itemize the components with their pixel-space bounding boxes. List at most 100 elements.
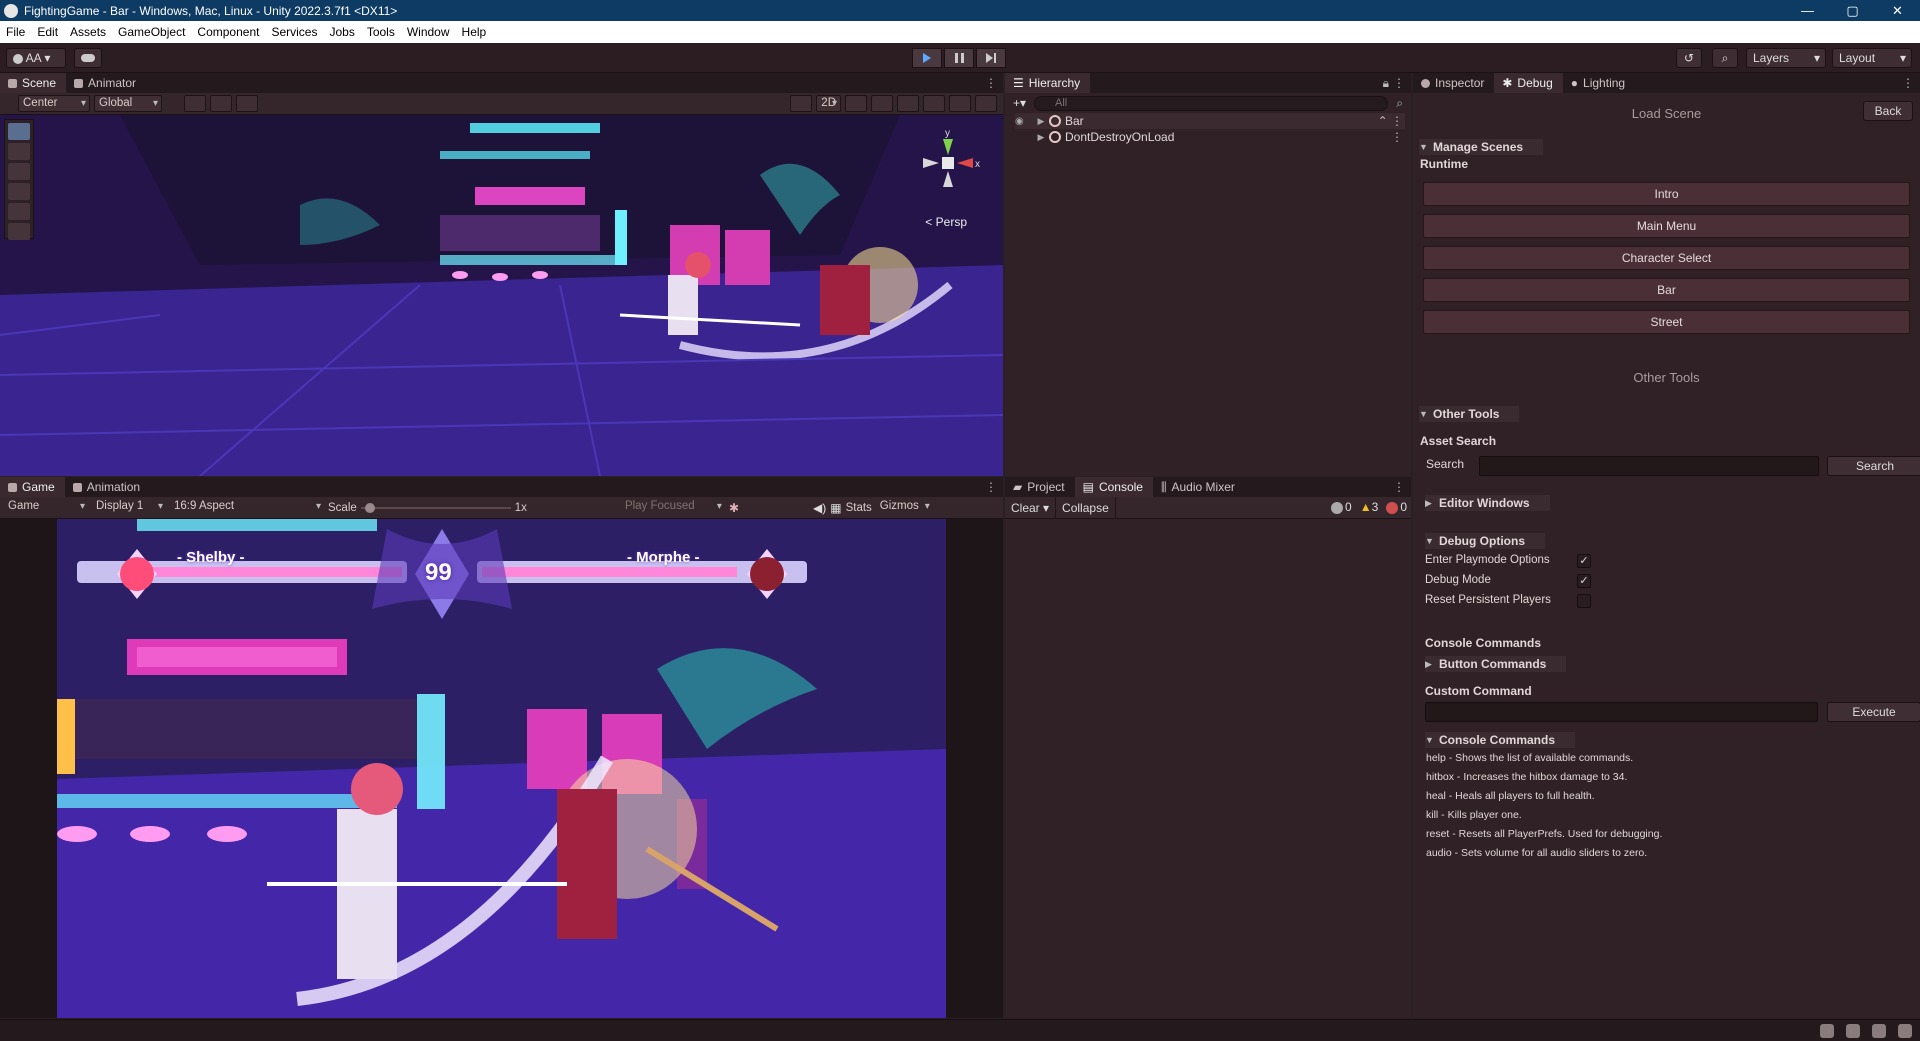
tab-console[interactable]: ▤ Console [1074, 477, 1153, 497]
tab-lighting[interactable]: ● Lighting [1563, 73, 1635, 93]
scene-view[interactable]: y x < Persp [0, 115, 1003, 476]
execute-button[interactable]: Execute [1827, 702, 1920, 722]
tab-hierarchy[interactable]: ☰ Hierarchy [1005, 73, 1091, 93]
debug-options-foldout[interactable]: ▼ Debug Options [1425, 533, 1545, 549]
menu-tools[interactable]: Tools [361, 25, 401, 39]
pause-button[interactable] [944, 48, 974, 68]
hidden-objects-toggle[interactable] [923, 95, 945, 112]
menu-services[interactable]: Services [265, 25, 323, 39]
menu-component[interactable]: Component [191, 25, 265, 39]
panel-menu-icon[interactable]: ⋮ [985, 480, 997, 494]
step-button[interactable] [976, 48, 1006, 68]
menu-window[interactable]: Window [401, 25, 456, 39]
grid-visibility-button[interactable] [210, 95, 232, 112]
panel-menu-icon[interactable]: ⋮ [1393, 76, 1405, 90]
keyboard-icon[interactable]: ▦ [830, 501, 841, 515]
tab-inspector[interactable]: Inspector [1413, 73, 1494, 93]
log-count[interactable]: 0 [1331, 500, 1352, 514]
back-button[interactable]: Back [1863, 101, 1913, 121]
game-view-dropdown[interactable]: Game [4, 499, 88, 516]
scale-slider-thumb[interactable] [364, 502, 375, 513]
tab-game[interactable]: Game [0, 477, 65, 497]
item-menu-icon[interactable]: ⌃ ⋮ [1378, 114, 1403, 128]
manage-scenes-foldout[interactable]: ▼ Manage Scenes [1419, 139, 1544, 155]
panel-menu-icon[interactable]: ⋮ [985, 76, 997, 90]
camera-settings-button[interactable] [949, 95, 971, 112]
rect-tool[interactable] [8, 203, 30, 220]
play-focused-dropdown[interactable]: Play Focused [621, 499, 725, 516]
layout-dropdown[interactable]: Layout ▾ [1832, 48, 1912, 68]
play-button[interactable] [912, 48, 942, 68]
stats-button[interactable]: Stats [846, 502, 872, 514]
asset-search-input[interactable] [1479, 456, 1819, 476]
mode-2d-toggle[interactable]: 2D [816, 95, 841, 112]
tab-scene[interactable]: Scene [0, 73, 67, 93]
bug-icon[interactable]: ✱ [729, 501, 739, 515]
menu-assets[interactable]: Assets [64, 25, 112, 39]
hierarchy-item-bar[interactable]: ◉ ▶ Bar ⌃ ⋮ [1015, 113, 1405, 129]
effects-toggle[interactable] [897, 95, 919, 112]
increment-snap-button[interactable] [236, 95, 258, 112]
lock-icon[interactable]: 🔒︎ [1383, 76, 1389, 91]
scale-slider[interactable] [360, 502, 511, 514]
projection-label[interactable]: < Persp [925, 215, 967, 229]
tab-project[interactable]: ▰ Project [1005, 477, 1075, 497]
rotate-tool[interactable] [8, 163, 30, 180]
tab-debug[interactable]: ✱ Debug [1494, 73, 1563, 93]
collapse-toggle[interactable]: Collapse [1056, 496, 1116, 519]
enter-playmode-options-checkbox[interactable]: ✓ [1577, 554, 1591, 568]
scene-intro-button[interactable]: Intro [1423, 182, 1910, 206]
expand-arrow-icon[interactable]: ▶ [1033, 116, 1049, 127]
menu-gameobject[interactable]: GameObject [112, 25, 191, 39]
warning-count[interactable]: ▲3 [1360, 500, 1379, 514]
custom-command-input[interactable] [1425, 702, 1818, 722]
tab-audio-mixer[interactable]: ⫼ Audio Mixer [1153, 477, 1245, 497]
account-dropdown[interactable]: AA ▾ [6, 48, 66, 68]
hand-tool[interactable] [8, 123, 30, 140]
add-icon[interactable]: +▾ [1013, 96, 1026, 110]
other-tools-foldout[interactable]: ▼ Other Tools [1419, 406, 1520, 422]
console-commands-foldout[interactable]: ▼ Console Commands [1425, 732, 1576, 748]
scene-street-button[interactable]: Street [1423, 310, 1910, 334]
hierarchy-item-dontdestroyonload[interactable]: ▶ DontDestroyOnLoad ⋮ [1015, 129, 1405, 145]
menu-jobs[interactable]: Jobs [323, 25, 360, 39]
lighting-toggle[interactable] [845, 95, 867, 112]
close-button[interactable]: ✕ [1875, 0, 1920, 21]
scale-tool[interactable] [8, 183, 30, 200]
orientation-gizmo[interactable]: y x [913, 127, 983, 217]
search-filter-icon[interactable]: ⌕ [1396, 96, 1403, 111]
gizmos-toggle[interactable] [975, 95, 997, 112]
search-button[interactable]: ⌕ [1712, 48, 1738, 68]
tab-animator[interactable]: Animator [66, 73, 146, 93]
audio-toggle[interactable] [871, 95, 893, 112]
debug-mode-checkbox[interactable]: ✓ [1577, 574, 1591, 588]
cache-status-icon[interactable] [1846, 1024, 1860, 1038]
debug-status-icon[interactable] [1820, 1024, 1834, 1038]
item-menu-icon[interactable]: ⋮ [1391, 130, 1403, 144]
display-dropdown[interactable]: Display 1 [92, 499, 166, 516]
maximize-button[interactable]: ▢ [1830, 0, 1875, 21]
error-count[interactable]: 0 [1386, 500, 1407, 514]
draw-mode-button[interactable] [790, 95, 813, 112]
progress-status-icon[interactable] [1898, 1024, 1912, 1038]
minimize-button[interactable]: — [1785, 0, 1830, 21]
panel-menu-icon[interactable]: ⋮ [1393, 480, 1405, 494]
network-status-icon[interactable] [1872, 1024, 1886, 1038]
tab-animation[interactable]: Animation [65, 477, 150, 497]
move-tool[interactable] [8, 143, 30, 160]
gizmos-dropdown[interactable]: Gizmos [876, 499, 933, 516]
grid-snap-button[interactable] [184, 95, 206, 112]
menu-help[interactable]: Help [456, 25, 493, 39]
clear-button[interactable]: Clear ▾ [1005, 496, 1057, 519]
aspect-dropdown[interactable]: 16:9 Aspect [170, 499, 324, 516]
visibility-icon[interactable]: ◉ [1015, 116, 1033, 127]
expand-arrow-icon[interactable]: ▶ [1033, 132, 1049, 143]
hierarchy-search-input[interactable]: All [1034, 95, 1389, 111]
reset-persistent-players-checkbox[interactable] [1577, 594, 1591, 608]
menu-edit[interactable]: Edit [31, 25, 64, 39]
asset-search-button[interactable]: Search [1827, 456, 1920, 476]
pivot-dropdown[interactable]: Center [18, 95, 90, 112]
button-commands-foldout[interactable]: ▶ Button Commands [1425, 656, 1567, 672]
space-dropdown[interactable]: Global [94, 95, 162, 112]
scene-main-menu-button[interactable]: Main Menu [1423, 214, 1910, 238]
